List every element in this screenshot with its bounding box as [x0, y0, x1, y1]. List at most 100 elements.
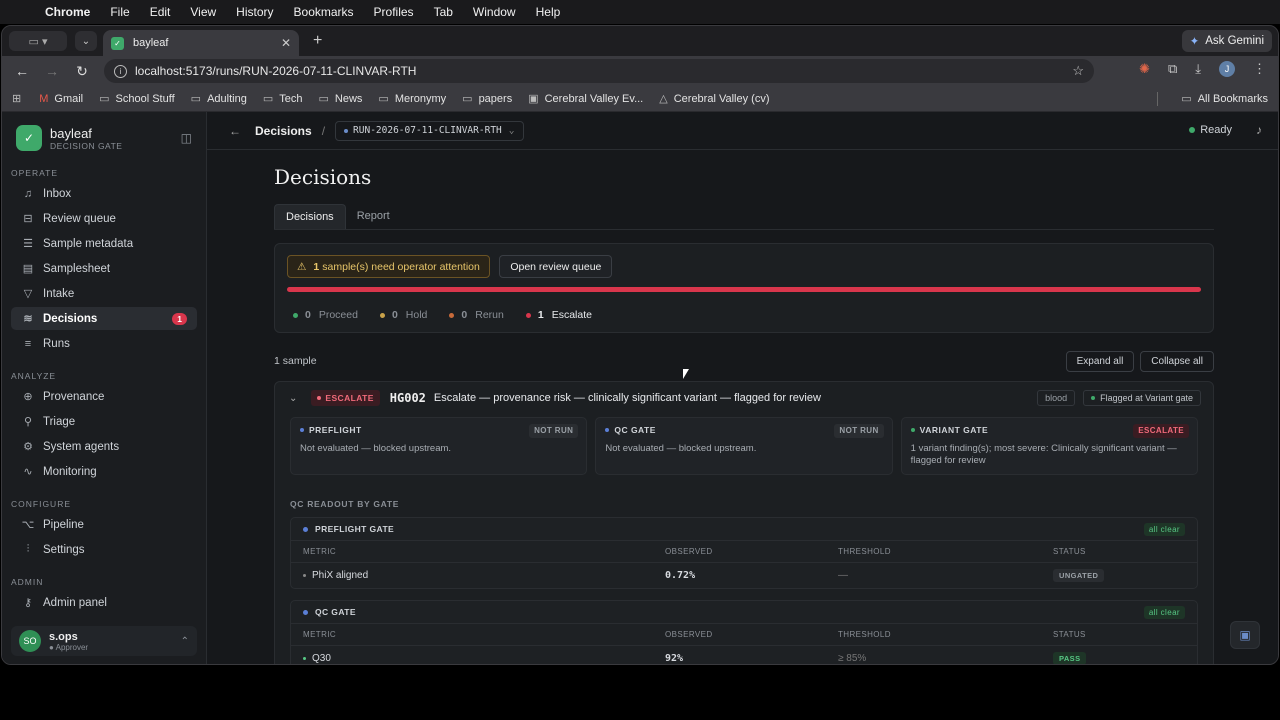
- reload-icon[interactable]: ↻: [72, 63, 92, 80]
- menu-edit[interactable]: Edit: [150, 5, 171, 19]
- bookmark-tech[interactable]: ▭ Tech: [263, 92, 303, 106]
- sidebar-item-review-queue[interactable]: ⊟ Review queue: [11, 207, 197, 230]
- menu-profiles[interactable]: Profiles: [374, 5, 414, 19]
- apps-grid-icon[interactable]: ⊞: [12, 92, 21, 105]
- sidebar-item-label: Triage: [43, 415, 76, 428]
- collapse-all-button[interactable]: Collapse all: [1140, 350, 1214, 372]
- sidebar-item-inbox[interactable]: ♫ Inbox: [11, 182, 197, 205]
- site-info-icon[interactable]: i: [114, 64, 127, 78]
- section-analyze: ANALYZE: [11, 371, 57, 381]
- new-tab-icon[interactable]: +: [313, 32, 322, 50]
- bookmark-school-stuff[interactable]: ▭ School Stuff: [99, 92, 175, 106]
- feedback-chat-icon[interactable]: ▣: [1230, 621, 1260, 649]
- download-icon[interactable]: ⤓: [1195, 61, 1201, 77]
- sidebar-item-monitoring[interactable]: ∿ Monitoring: [11, 460, 197, 483]
- bookmark-cerebral-valley-cv[interactable]: △ Cerebral Valley (cv): [659, 92, 769, 106]
- tab-groups-button[interactable]: ▭ ▾: [9, 31, 67, 51]
- menu-help[interactable]: Help: [536, 5, 561, 19]
- sample-card-header[interactable]: ⌄ ESCALATE HG002 Escalate — provenance r…: [275, 382, 1213, 414]
- browser-tab[interactable]: ✓ bayleaf ✕: [103, 30, 299, 56]
- profile-avatar[interactable]: J: [1219, 61, 1235, 77]
- admin-icon: ⚷: [23, 597, 33, 609]
- col-threshold: THRESHOLD: [838, 630, 891, 639]
- expand-all-button[interactable]: Expand all: [1065, 350, 1135, 372]
- inbox-icon: ⊟: [23, 213, 33, 225]
- pipeline-icon: ⌥: [21, 519, 35, 531]
- col-status: STATUS: [1053, 547, 1086, 556]
- menu-file[interactable]: File: [110, 5, 129, 19]
- sidebar-item-triage[interactable]: ⚲ Triage: [11, 410, 197, 433]
- menu-bookmarks[interactable]: Bookmarks: [294, 5, 354, 19]
- sidebar-item-provenance[interactable]: ⊕ Provenance: [11, 385, 197, 408]
- bookmark-adulting[interactable]: ▭ Adulting: [191, 92, 247, 106]
- chrome-menu-icon[interactable]: ⋮: [1253, 61, 1266, 77]
- bookmark-label: News: [334, 92, 363, 105]
- sidebar-item-admin-panel[interactable]: ⚷ Admin panel: [11, 591, 197, 614]
- sample-list-header: 1 sample Expand all Collapse all: [274, 350, 1214, 372]
- forward-arrow-icon[interactable]: →: [42, 63, 62, 79]
- menu-view[interactable]: View: [190, 5, 216, 19]
- bookmark-label: Cerebral Valley Ev...: [544, 92, 644, 105]
- tab-report[interactable]: Report: [346, 204, 401, 229]
- back-arrow-icon[interactable]: ←: [12, 63, 32, 79]
- threshold-cell: ≥ 85%: [838, 653, 867, 664]
- bookmark-gmail[interactable]: M Gmail: [39, 93, 83, 105]
- content: Decisions Decisions Report ⚠ 1 sample(s) n…: [274, 150, 1214, 664]
- qc-table-header: PREFLIGHT GATE all clear: [291, 518, 1197, 540]
- col-status: STATUS: [1053, 630, 1086, 639]
- metric-dot: [303, 573, 306, 577]
- address-bar[interactable]: i localhost:5173/runs/RUN-2026-07-11-CLI…: [104, 59, 1094, 83]
- bookmark-label: Gmail: [54, 92, 84, 105]
- chevron-down-icon[interactable]: ⌄: [289, 393, 297, 404]
- close-tab-icon[interactable]: ✕: [281, 36, 291, 50]
- bookmark-cerebral-valley-ev[interactable]: ▣ Cerebral Valley Ev...: [528, 92, 644, 106]
- sidebar-item-label: Sample metadata: [43, 237, 134, 250]
- bookmark-papers[interactable]: ▭ papers: [462, 92, 512, 106]
- chevron-up-icon: ⌃: [180, 635, 189, 647]
- count-rerun: 0 Rerun: [449, 309, 504, 321]
- sheet-icon: ▤: [22, 263, 34, 275]
- breadcrumb[interactable]: Decisions: [255, 124, 312, 138]
- sidebar-item-label: Runs: [43, 337, 70, 350]
- page-title: Decisions: [274, 165, 372, 189]
- sidebar-item-pipeline[interactable]: ⌥ Pipeline: [11, 513, 197, 536]
- sidebar-item-intake[interactable]: ▽ Intake: [11, 282, 197, 305]
- gate-status-badge: NOT RUN: [529, 424, 579, 438]
- bookmark-meronymy[interactable]: ▭ Meronymy: [378, 92, 446, 106]
- status-badge: UNGATED: [1053, 569, 1105, 582]
- menu-app-name[interactable]: Chrome: [45, 5, 90, 19]
- menu-history[interactable]: History: [236, 5, 273, 19]
- sample-count: 1 sample: [274, 355, 317, 367]
- ask-gemini-button[interactable]: ✦ Ask Gemini: [1181, 30, 1272, 52]
- sidebar-item-settings[interactable]: ⫶ Settings: [11, 538, 197, 561]
- collapse-sidebar-icon[interactable]: ◫: [181, 131, 192, 145]
- sidebar-item-samplesheet[interactable]: ▤ Samplesheet: [11, 257, 197, 280]
- tab-decisions[interactable]: Decisions: [274, 204, 346, 229]
- user-menu[interactable]: SO s.ops ● Approver ⌃: [11, 626, 197, 656]
- metric-cell: Q30: [303, 653, 665, 664]
- rerun-dot: [449, 312, 455, 318]
- tab-search-chevron-icon[interactable]: ⌄: [75, 31, 97, 51]
- open-review-queue-button[interactable]: Open review queue: [499, 255, 613, 278]
- user-role-label: Approver: [55, 642, 89, 652]
- filter-icon: ▽: [23, 288, 33, 300]
- back-arrow-icon[interactable]: ←: [229, 124, 241, 138]
- bell-icon[interactable]: ♪: [1256, 123, 1262, 137]
- all-bookmarks[interactable]: ▭ All Bookmarks: [1181, 92, 1268, 106]
- table-row: PhiX aligned 0.72% — UNGATED: [291, 562, 1197, 588]
- sidebar-item-system-agents[interactable]: ⚙ System agents: [11, 435, 197, 458]
- decision-summary-panel: ⚠ 1 sample(s) need operator attention Open…: [274, 243, 1214, 333]
- menu-window[interactable]: Window: [473, 5, 516, 19]
- sidebar-item-decisions[interactable]: ≋ Decisions 1: [11, 307, 197, 330]
- extensions-puzzle-icon[interactable]: ⧉: [1168, 61, 1177, 77]
- sidebar-item-sample-metadata[interactable]: ☰ Sample metadata: [11, 232, 197, 255]
- menu-tab[interactable]: Tab: [434, 5, 453, 19]
- browser-tab-title: bayleaf: [133, 37, 169, 49]
- run-selector[interactable]: RUN-2026-07-11-CLINVAR-RTH ⌄: [335, 120, 524, 141]
- section-configure: CONFIGURE: [11, 499, 71, 509]
- sidebar-item-runs[interactable]: ≡ Runs: [11, 332, 197, 355]
- extension-icon[interactable]: ✺: [1139, 61, 1150, 77]
- bookmark-star-icon[interactable]: ☆: [1072, 63, 1084, 79]
- bookmark-news[interactable]: ▭ News: [318, 92, 363, 106]
- address-url[interactable]: localhost:5173/runs/RUN-2026-07-11-CLINV…: [135, 64, 1072, 78]
